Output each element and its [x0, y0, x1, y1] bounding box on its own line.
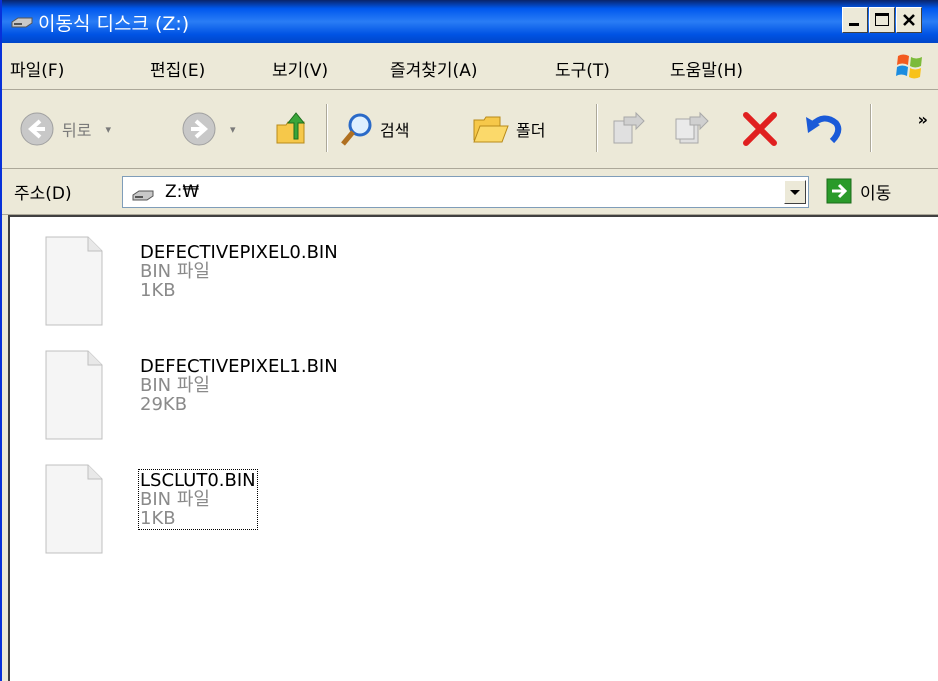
move-to-icon: [613, 111, 645, 144]
search-label: 검색: [380, 121, 410, 140]
up-folder-icon: [276, 112, 306, 144]
toolbar-separator: [870, 104, 872, 152]
file-type: BIN 파일: [140, 375, 210, 396]
standard-toolbar: 뒤로 ▾ ▾ 검색 폴더 »: [2, 90, 938, 169]
title-bar[interactable]: 이동식 디스크 (Z:): [2, 0, 938, 43]
maximize-button[interactable]: [869, 7, 895, 33]
folders-icon: [473, 116, 509, 143]
address-bar: 주소(D) Z:₩ 이동: [2, 169, 938, 215]
search-button[interactable]: 검색: [340, 90, 409, 168]
forward-button[interactable]: ▾: [180, 90, 236, 168]
explorer-window: 이동식 디스크 (Z:) 파일(F) 편집(E) 보기(V) 즐겨찾기(A) 도…: [0, 0, 938, 681]
file-name: DEFECTIVEPIXEL0.BIN: [140, 242, 338, 263]
removable-drive-icon: [131, 187, 155, 205]
menu-view[interactable]: 보기(V): [272, 56, 328, 81]
go-button[interactable]: 이동: [826, 178, 891, 204]
folders-button[interactable]: 폴더: [472, 90, 545, 168]
file-name: LSCLUT0.BIN: [140, 470, 256, 491]
document-icon: [45, 236, 103, 326]
forward-dropdown-icon[interactable]: ▾: [230, 123, 236, 136]
menu-tools[interactable]: 도구(T): [555, 56, 610, 81]
file-details: DEFECTIVEPIXEL1.BIN BIN 파일 29KB: [140, 357, 338, 414]
back-label: 뒤로: [62, 121, 92, 140]
file-name: DEFECTIVEPIXEL1.BIN: [140, 356, 338, 377]
file-details: DEFECTIVEPIXEL0.BIN BIN 파일 1KB: [140, 243, 338, 300]
undo-button[interactable]: [804, 90, 844, 168]
go-arrow-icon: [826, 178, 852, 204]
document-icon: [45, 464, 103, 554]
menu-favorites[interactable]: 즐겨찾기(A): [390, 56, 477, 81]
file-type: BIN 파일: [140, 261, 210, 282]
file-size: 1KB: [140, 280, 176, 301]
copy-to-button[interactable]: [674, 90, 710, 168]
go-label: 이동: [860, 183, 892, 204]
toolbar-overflow-chevron-icon[interactable]: »: [918, 110, 928, 129]
toolbar-separator: [326, 104, 328, 152]
address-dropdown-button[interactable]: [784, 180, 806, 204]
move-to-button[interactable]: [610, 90, 646, 168]
file-size: 29KB: [140, 394, 188, 415]
address-input[interactable]: Z:₩: [122, 176, 809, 208]
undo-icon: [806, 115, 842, 144]
back-button[interactable]: 뒤로 ▾: [18, 90, 111, 168]
search-icon: [341, 113, 372, 146]
document-icon: [45, 350, 103, 440]
close-button[interactable]: [896, 7, 922, 33]
delete-icon: [743, 112, 777, 146]
address-value: Z:₩: [165, 182, 200, 202]
removable-drive-icon: [10, 14, 34, 32]
toolbar-separator: [596, 104, 598, 152]
folders-label: 폴더: [516, 121, 546, 140]
delete-button[interactable]: [742, 90, 778, 168]
forward-arrow-icon: [182, 112, 216, 146]
menu-file[interactable]: 파일(F): [10, 56, 64, 81]
copy-to-icon: [675, 111, 709, 144]
back-dropdown-icon[interactable]: ▾: [105, 123, 111, 136]
menu-edit[interactable]: 편집(E): [150, 56, 205, 81]
file-size: 1KB: [140, 508, 176, 529]
address-label: 주소(D): [14, 184, 72, 204]
menu-help[interactable]: 도움말(H): [670, 56, 743, 81]
up-folder-button[interactable]: [274, 90, 310, 168]
window-title: 이동식 디스크 (Z:): [38, 13, 190, 35]
windows-logo-icon: [894, 50, 926, 86]
chevron-down-icon: [790, 190, 800, 195]
file-details: LSCLUT0.BIN BIN 파일 1KB: [138, 469, 258, 530]
file-list-view[interactable]: DEFECTIVEPIXEL0.BIN BIN 파일 1KB DEFECTIVE…: [8, 215, 938, 681]
back-arrow-icon: [20, 112, 54, 146]
menu-bar: 파일(F) 편집(E) 보기(V) 즐겨찾기(A) 도구(T) 도움말(H): [2, 43, 938, 90]
minimize-button[interactable]: [842, 7, 868, 33]
file-type: BIN 파일: [140, 489, 210, 510]
